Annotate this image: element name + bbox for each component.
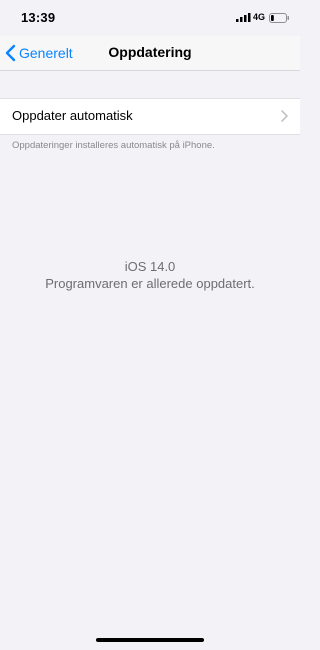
auto-update-footer-note: Oppdateringer installeres automatisk på …: [12, 140, 215, 151]
update-status: iOS 14.0 Programvaren er allerede oppdat…: [0, 258, 300, 292]
navigation-bar: Generelt Oppdatering: [0, 36, 300, 71]
chevron-right-icon: [281, 110, 288, 122]
auto-update-row[interactable]: Oppdater automatisk: [0, 98, 300, 135]
cellular-signal-icon: [236, 13, 251, 22]
home-indicator[interactable]: [96, 638, 204, 642]
status-bar: 13:39 4G: [0, 0, 300, 36]
page-title: Oppdatering: [108, 44, 192, 60]
ios-version: iOS 14.0: [124, 259, 176, 274]
status-time: 13:39: [21, 10, 56, 25]
up-to-date-message: Programvaren er allerede oppdatert.: [45, 276, 255, 291]
battery-low-icon: [269, 13, 289, 23]
network-type: 4G: [253, 12, 266, 22]
software-update-screen: 13:39 4G Generelt Oppdatering Oppdater a…: [0, 0, 300, 650]
auto-update-label: Oppdater automatisk: [12, 108, 133, 123]
